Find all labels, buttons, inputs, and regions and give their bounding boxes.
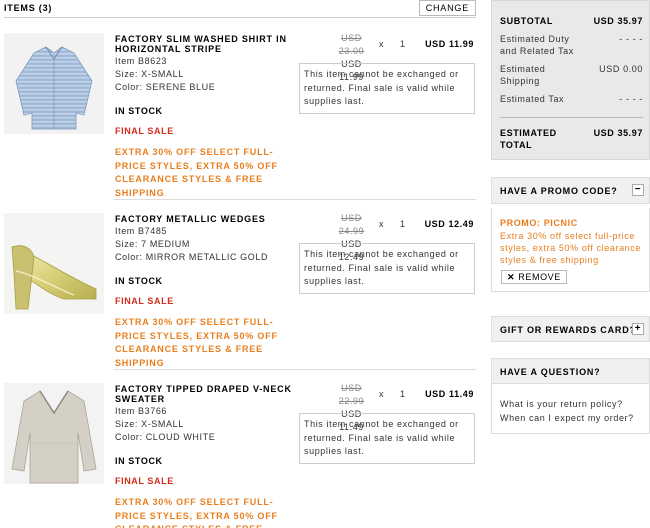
question-panel-header: HAVE A QUESTION?	[491, 358, 650, 384]
item-number: Item B3766	[115, 406, 168, 416]
shipping-label: Estimated Shipping	[500, 64, 546, 86]
quantity: 1	[400, 39, 406, 49]
change-button[interactable]: CHANGE	[418, 0, 476, 16]
promo-code: PROMO: PICNIC	[500, 218, 578, 228]
final-sale-notice: This item cannot be exchanged or returne…	[299, 243, 475, 294]
order-summary: SUBTOTAL USD 35.97 Estimated Duty and Re…	[491, 0, 650, 160]
item-info: FACTORY TIPPED DRAPED V-NECK SWEATER Ite…	[115, 384, 295, 528]
close-icon: ✕	[507, 272, 516, 282]
final-sale-label: FINAL SALE	[115, 296, 174, 306]
question-panel-title: HAVE A QUESTION?	[500, 367, 601, 377]
tax-value: - - - -	[619, 94, 643, 104]
quantity-multiplier: x	[379, 219, 385, 229]
stock-status: IN STOCK	[115, 276, 163, 286]
promo-text: EXTRA 30% OFF SELECT FULL-PRICE STYLES, …	[115, 147, 278, 198]
quantity: 1	[400, 219, 406, 229]
final-sale-notice: This item cannot be exchanged or returne…	[299, 63, 475, 114]
items-header: ITEMS (3) CHANGE	[4, 0, 476, 18]
question-panel-body: What is your return policy? When can I e…	[491, 384, 650, 434]
quantity-multiplier: x	[379, 39, 385, 49]
line-total: USD 11.49	[425, 389, 474, 399]
final-sale-label: FINAL SALE	[115, 126, 174, 136]
promo-panel-header[interactable]: HAVE A PROMO CODE? −	[491, 177, 650, 204]
items-title: ITEMS (3)	[4, 3, 53, 13]
item-color: Color: CLOUD WHITE	[115, 432, 216, 442]
quantity-multiplier: x	[379, 389, 385, 399]
collapse-icon[interactable]: −	[632, 184, 644, 196]
item-info: FACTORY SLIM WASHED SHIRT IN HORIZONTAL …	[115, 34, 295, 200]
item-size: Size: X-SMALL	[115, 419, 184, 429]
item-divider	[114, 199, 476, 200]
gift-panel-header[interactable]: GIFT OR REWARDS CARD? +	[491, 316, 650, 342]
line-total: USD 11.99	[425, 39, 474, 49]
item-size: Size: X-SMALL	[115, 69, 184, 79]
remove-label: REMOVE	[518, 272, 561, 282]
item-number: Item B8623	[115, 56, 168, 66]
item-name[interactable]: FACTORY TIPPED DRAPED V-NECK SWEATER	[115, 384, 295, 404]
total-label: ESTIMATED TOTAL	[500, 128, 557, 150]
promo-description: Extra 30% off select full-price styles, …	[500, 231, 641, 265]
item-color: Color: MIRROR METALLIC GOLD	[115, 252, 269, 262]
remove-promo-button[interactable]: ✕ REMOVE	[501, 270, 567, 284]
stock-status: IN STOCK	[115, 106, 163, 116]
quantity: 1	[400, 389, 406, 399]
return-policy-link[interactable]: What is your return policy?	[500, 398, 623, 410]
total-value: USD 35.97	[593, 128, 643, 138]
item-size: Size: 7 MEDIUM	[115, 239, 190, 249]
summary-divider	[500, 117, 643, 118]
stock-status: IN STOCK	[115, 456, 163, 466]
original-price: USD 24.99	[338, 213, 365, 236]
duty-label: Estimated Duty and Related Tax	[500, 34, 574, 56]
promo-panel-body: PROMO: PICNIC Extra 30% off select full-…	[491, 208, 650, 292]
item-info: FACTORY METALLIC WEDGES Item B7485 Size:…	[115, 214, 295, 370]
tax-label: Estimated Tax	[500, 94, 565, 104]
promo-text: EXTRA 30% OFF SELECT FULL-PRICE STYLES, …	[115, 317, 278, 368]
subtotal-value: USD 35.97	[593, 16, 643, 26]
duty-value: - - - -	[619, 34, 643, 44]
shirt-image[interactable]	[4, 33, 104, 134]
final-sale-notice: This item cannot be exchanged or returne…	[299, 413, 475, 464]
sweater-image[interactable]	[4, 383, 104, 484]
delivery-time-link[interactable]: When can I expect my order?	[500, 412, 634, 424]
original-price: USD 22.99	[338, 383, 365, 406]
expand-icon[interactable]: +	[632, 323, 644, 335]
promo-panel-title: HAVE A PROMO CODE?	[500, 186, 618, 196]
gift-panel-title: GIFT OR REWARDS CARD?	[500, 325, 636, 335]
shoe-image[interactable]	[4, 213, 104, 314]
subtotal-label: SUBTOTAL	[500, 16, 553, 26]
item-divider	[114, 369, 476, 370]
item-name[interactable]: FACTORY METALLIC WEDGES	[115, 214, 295, 224]
promo-text: EXTRA 30% OFF SELECT FULL-PRICE STYLES, …	[115, 497, 278, 528]
shipping-value: USD 0.00	[599, 64, 643, 74]
item-number: Item B7485	[115, 226, 168, 236]
item-color: Color: SERENE BLUE	[115, 82, 216, 92]
line-total: USD 12.49	[424, 219, 474, 229]
original-price: USD 23.00	[338, 33, 365, 56]
final-sale-label: FINAL SALE	[115, 476, 174, 486]
item-name[interactable]: FACTORY SLIM WASHED SHIRT IN HORIZONTAL …	[115, 34, 295, 54]
